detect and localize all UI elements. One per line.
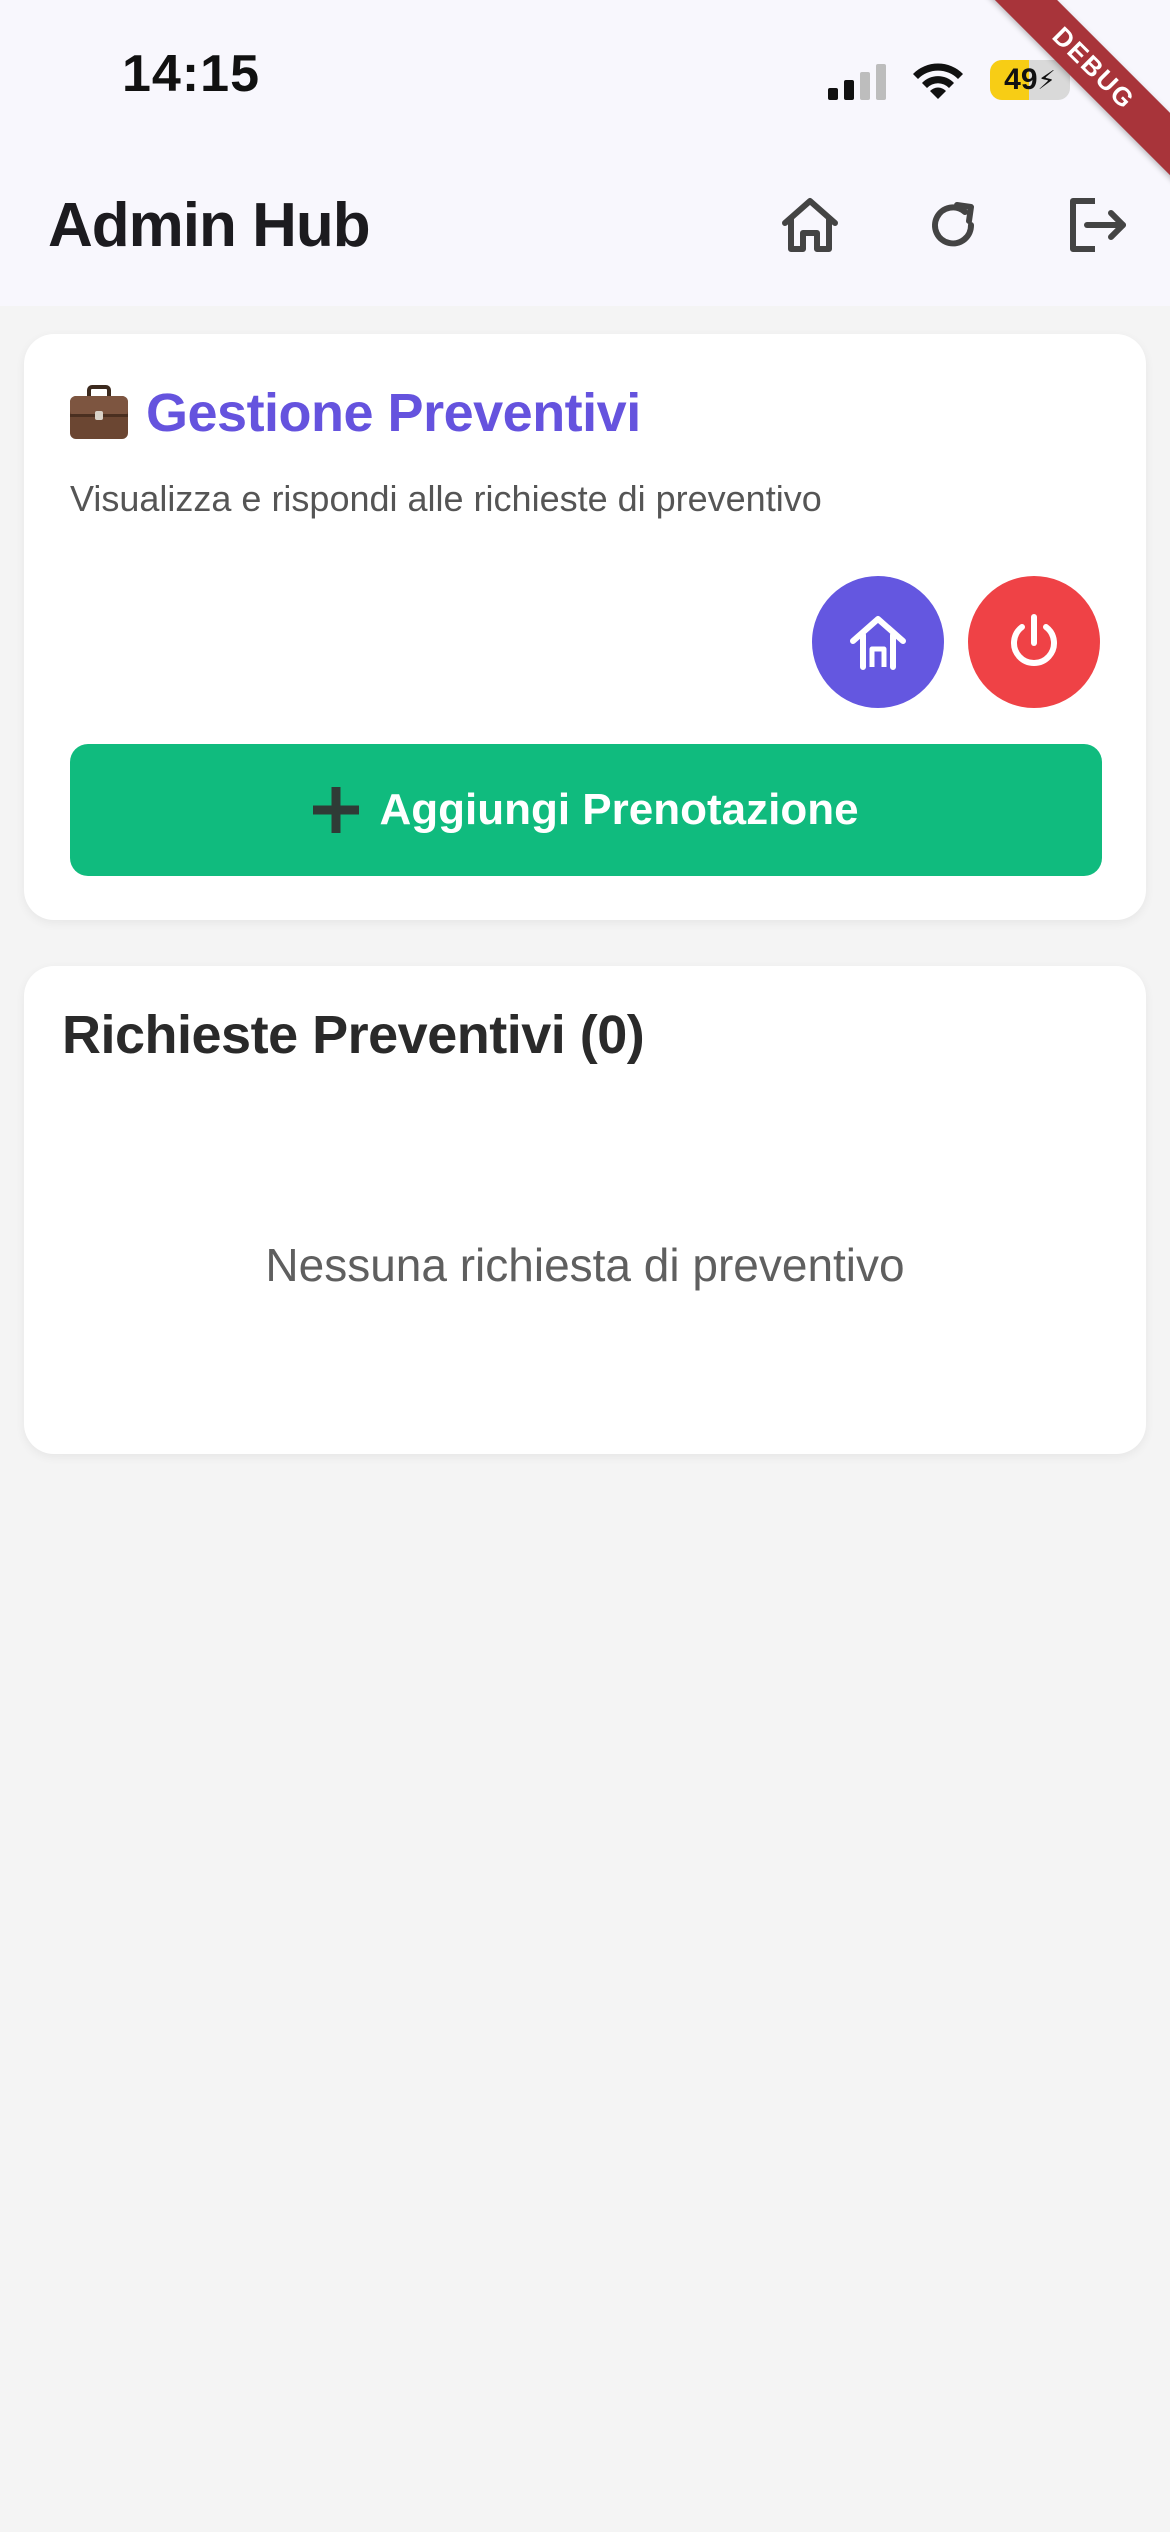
section-title-row: Gestione Preventivi (68, 382, 641, 444)
home-circle-button[interactable] (812, 576, 944, 708)
requests-title: Richieste Preventivi (0) (62, 1005, 645, 1065)
refresh-icon (932, 202, 975, 247)
quotes-management-card: Gestione Preventivi Visualizza e rispond… (24, 334, 1146, 920)
status-time: 14:15 (122, 45, 260, 103)
refresh-button[interactable] (908, 180, 998, 270)
add-booking-label: Aggiungi Prenotazione (379, 785, 859, 834)
app-title: Admin Hub (48, 191, 371, 260)
battery-icon: 49 ⚡ (990, 60, 1070, 100)
battery-percent: 49 (1004, 63, 1038, 96)
home-button[interactable] (765, 180, 855, 270)
quote-requests-card: Richieste Preventivi (0) Nessuna richies… (24, 966, 1146, 1454)
home-icon (782, 198, 838, 252)
top-bar: 14:15 49 ⚡ DEBUG Admin Hub (0, 0, 1170, 306)
status-icons: 49 ⚡ (828, 50, 1070, 110)
empty-state-message: Nessuna richiesta di preventivo (265, 1239, 905, 1291)
logout-button[interactable] (1052, 180, 1142, 270)
add-booking-button[interactable]: Aggiungi Prenotazione (70, 744, 1102, 876)
power-icon (1011, 614, 1057, 666)
section-title: Gestione Preventivi (146, 383, 641, 443)
section-subtitle: Visualizza e rispondi alle richieste di … (70, 478, 822, 519)
wifi-icon (913, 63, 963, 99)
cellular-signal-icon (828, 60, 886, 100)
plus-icon (313, 787, 360, 833)
home-outline-icon (850, 616, 906, 670)
logout-icon (1070, 198, 1126, 252)
briefcase-icon (70, 385, 128, 439)
power-button[interactable] (968, 576, 1100, 708)
